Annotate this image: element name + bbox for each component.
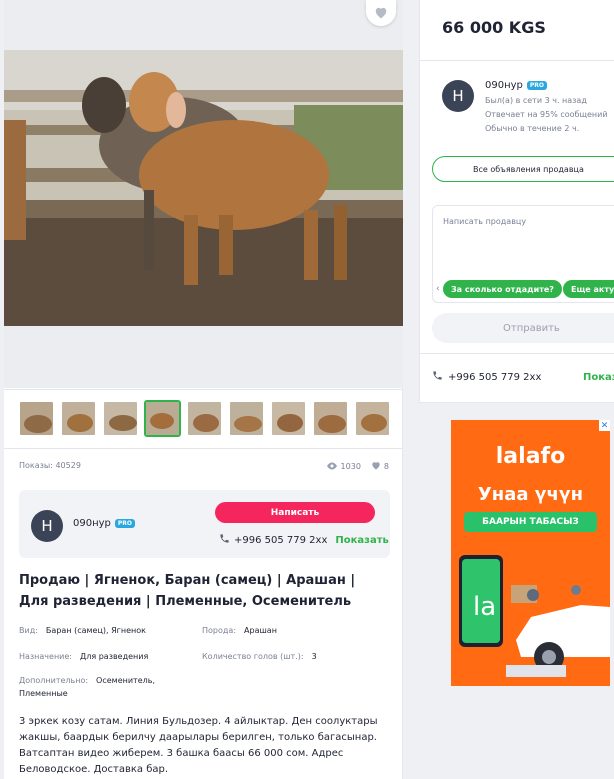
show-phone-link[interactable]: Показать [335, 535, 388, 546]
avatar[interactable]: Н [442, 80, 474, 112]
favorites-count: 8 [383, 462, 389, 471]
pro-badge: PRO [526, 81, 548, 90]
views-count: 1030 [340, 462, 361, 471]
divider [420, 353, 614, 354]
ad-illustration: la [459, 555, 610, 677]
quick-reply-chip[interactable]: За сколько отдадите? [443, 280, 562, 298]
seller-name-row[interactable]: 090нур PRO [73, 518, 136, 529]
thumbnail[interactable] [354, 400, 391, 437]
message-placeholder: Написать продавцу [443, 217, 527, 226]
quick-reply-chip[interactable]: Еще актуально? [563, 280, 614, 298]
response-time: Обычно в течение 2 ч. [485, 124, 580, 133]
all-ads-button[interactable]: Все объявления продавца [432, 156, 614, 182]
show-phone-link[interactable]: Показ [583, 372, 614, 383]
phone-number: +996 505 779 2xx [448, 371, 542, 383]
photo-gallery[interactable] [4, 0, 403, 388]
listing-title: Продаю | Ягненок, Баран (самец) | Арашан… [19, 573, 356, 609]
seller-name-row[interactable]: 090нур PRO [485, 80, 548, 91]
thumbnail-strip [4, 389, 403, 449]
heart-icon [374, 4, 388, 23]
listing-stats: Показы: 40529 1030 8 [19, 461, 389, 475]
phone-icon [219, 533, 230, 547]
attribute-row: Назначение: Для разведения [19, 652, 149, 661]
seller-name[interactable]: 090нур [485, 80, 523, 91]
divider [420, 60, 614, 61]
heart-icon [371, 461, 381, 472]
thumbnail[interactable] [186, 400, 223, 437]
thumbnail[interactable] [228, 400, 265, 437]
thumbnail[interactable] [60, 400, 97, 437]
price: 66 000 KGS [442, 18, 546, 37]
chevron-left-icon[interactable]: ‹ [436, 284, 440, 294]
favorite-button[interactable] [366, 0, 396, 26]
thumbnail[interactable] [270, 400, 307, 437]
ad-pill: БААРЫН ТАБАСЫЗ [464, 512, 597, 532]
listing-main: Показы: 40529 1030 8 Н 090нур PRO Написа… [4, 0, 403, 779]
thumbnail[interactable] [312, 400, 349, 437]
attribute-row: Порода: Арашан [202, 626, 277, 635]
pro-badge: PRO [114, 519, 136, 528]
thumbnail[interactable] [18, 400, 55, 437]
listing-page: Показы: 40529 1030 8 Н 090нур PRO Написа… [0, 0, 614, 779]
phone-row: +996 505 779 2xx Показать [219, 533, 389, 547]
avatar[interactable]: Н [31, 510, 63, 542]
phone-number: +996 505 779 2xx [234, 534, 328, 546]
eye-icon [326, 462, 338, 472]
svg-text:la: la [473, 592, 496, 622]
phone-row: +996 505 779 2xx [432, 370, 541, 384]
ad-logo: lalafo [495, 444, 566, 469]
seller-card: Н 090нур PRO Написать +996 505 779 2xx П… [19, 490, 390, 558]
ad-banner[interactable]: ✕ lalafo Унаа үчүн БААРЫН ТАБАСЫЗ la [451, 420, 610, 686]
ad-headline: Унаа үчүн [477, 484, 584, 505]
seller-name[interactable]: 090нур [73, 518, 111, 529]
main-photo[interactable] [4, 50, 403, 326]
attribute-row: Количество голов (шт.): 3 [202, 652, 317, 661]
thumbnail-active[interactable] [144, 400, 181, 437]
impressions-count: Показы: 40529 [19, 461, 81, 470]
attribute-row: Дополнительно: Осеменитель, [19, 676, 156, 685]
phone-icon [432, 370, 443, 384]
attribute-row: Вид: Баран (самец), Ягненок [19, 626, 146, 635]
response-rate: Отвечает на 95% сообщений [485, 110, 608, 119]
write-button[interactable]: Написать [215, 502, 375, 523]
message-field[interactable]: Написать продавцу ‹ За сколько отдадите?… [432, 205, 614, 303]
close-icon[interactable]: ✕ [599, 420, 610, 431]
thumbnail[interactable] [102, 400, 139, 437]
sidebar: 66 000 KGS Н 090нур PRO Был(а) в сети 3 … [419, 0, 614, 403]
send-button[interactable]: Отправить [432, 313, 614, 343]
attribute-row: Племенные [19, 689, 68, 698]
last-seen: Был(а) в сети 3 ч. назад [485, 96, 587, 105]
listing-description: 3 эркек козу сатам. Линия Бульдозер. 4 а… [19, 716, 378, 775]
